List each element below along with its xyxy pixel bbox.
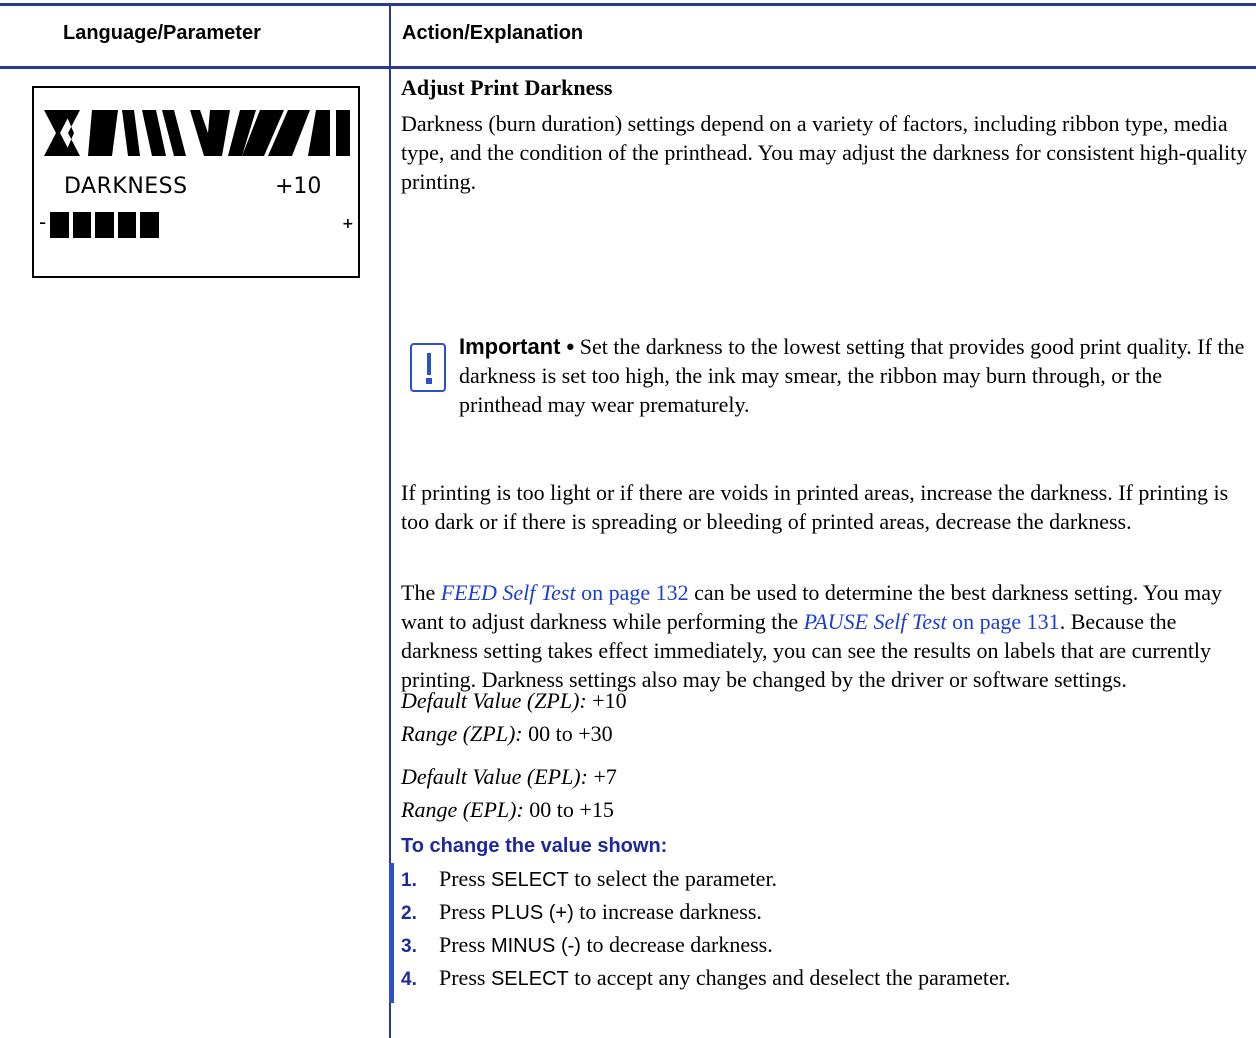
epl-range-line: Range (EPL): 00 to +15 [401,795,1251,824]
label: Range (EPL): [401,797,524,822]
pause-self-test-link[interactable]: PAUSE Self Test on page 131 [804,609,1060,634]
table-top-rule [0,3,1256,6]
step-pre: Press [439,932,491,957]
step-rest: to accept any changes and deselect the p… [568,965,1011,990]
lcd-plus-sign: + [342,216,354,232]
zpl-default-line: Default Value (ZPL): +10 [401,686,1251,715]
section-title: Adjust Print Darkness [401,75,613,100]
value: +7 [587,764,617,789]
link-rest: on page 132 [575,580,689,605]
column-header-parameter: Language/Parameter [63,22,261,44]
value: 00 to +15 [523,797,614,822]
step-pre: Press [439,866,491,891]
procedure-steps: 1. Press SELECT to select the parameter. … [401,862,1010,994]
link-italic: FEED Self Test [440,580,576,605]
step-key: SELECT [490,869,569,891]
step-pre: Press [439,899,491,924]
step-rest: to select the parameter. [568,866,778,891]
lcd-bar-segment [50,212,69,238]
lcd-bar-segment [117,212,136,238]
manual-page: Language/Parameter Action/Explanation DA… [0,0,1256,1038]
lcd-display: DARKNESS +10 - + [32,86,360,278]
table-header-rule [0,66,1256,69]
lcd-minus-sign: - [39,210,47,234]
important-note: Important • Set the darkness to the lowe… [459,332,1249,419]
label: Default Value (EPL): [401,764,588,789]
step-number: 1. [401,870,417,891]
step-pre: Press [439,965,491,990]
step-number: 4. [401,969,417,990]
label: Default Value (ZPL): [401,688,587,713]
lcd-bar-segment [95,212,114,238]
label: Range (ZPL): [401,721,523,746]
step-item: 2. Press PLUS (+) to increase darkness. [401,895,1010,928]
step-item: 3. Press MINUS (-) to decrease darkness. [401,928,1010,961]
step-number: 2. [401,903,417,924]
lcd-bar-segment [140,212,159,238]
lcd-level-bar [50,212,163,238]
step-rest: to increase darkness. [573,899,762,924]
step-key: SELECT [490,968,569,990]
value: 00 to +30 [522,721,613,746]
step-number: 3. [401,936,417,957]
paragraph-light-dark: If printing is too light or if there are… [401,480,1229,534]
important-text: Set the darkness to the lowest setting t… [459,334,1245,417]
procedure-title: To change the value shown: [401,835,668,857]
paragraph-self-test: The FEED Self Test on page 132 can be us… [401,578,1251,694]
step-bar [389,863,394,1003]
lcd-parameter-label: DARKNESS [64,174,188,199]
value: +10 [586,688,627,713]
lcd-parameter-value: +10 [275,174,322,199]
feed-self-test-link[interactable]: FEED Self Test on page 132 [441,580,689,605]
step-item: 4. Press SELECT to accept any changes and… [401,961,1010,994]
step-key: PLUS (+) [490,902,574,924]
link-rest: on page 131 [946,609,1060,634]
text-span: The [401,580,441,605]
lcd-bar-segment [72,212,91,238]
zpl-range-line: Range (ZPL): 00 to +30 [401,719,1251,748]
intro-paragraph: Darkness (burn duration) settings depend… [401,111,1248,194]
epl-default-line: Default Value (EPL): +7 [401,762,1251,791]
step-item: 1. Press SELECT to select the parameter. [401,862,1010,895]
important-lead: Important • [459,334,575,359]
column-header-action: Action/Explanation [402,22,584,44]
step-key: MINUS (-) [490,935,581,957]
link-italic: PAUSE Self Test [803,609,947,634]
step-rest: to decrease darkness. [580,932,773,957]
important-exclamation-icon [410,343,446,392]
